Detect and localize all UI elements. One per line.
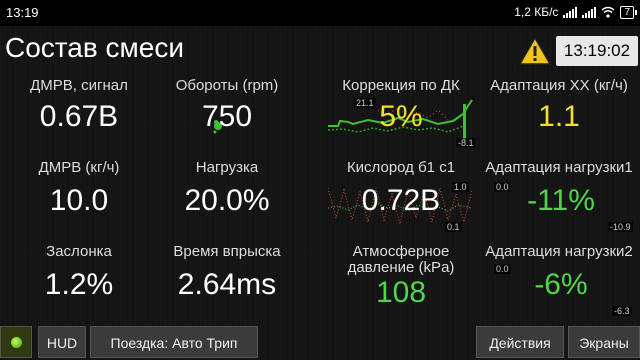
bottom-toolbar: HUD Поездка: Авто Трип Действия Экраны: [0, 326, 640, 360]
clock: 13:19:02: [556, 36, 638, 66]
screens-button[interactable]: Экраны: [568, 326, 640, 358]
status-bar: 13:19 1,2 КБ/с 7: [0, 0, 640, 26]
atmospheric-pressure-label: Атмосферное давление (kPa): [347, 243, 455, 276]
page-title: Состав смеси: [5, 32, 184, 63]
idle-adaptation-value[interactable]: 1.1: [478, 100, 640, 134]
load-adaptation2-min: -6.3: [612, 306, 632, 316]
oxygen-sensor-min: 0.1: [445, 222, 462, 232]
maf-rate-label: ДМРВ (кг/ч): [38, 159, 120, 176]
load-adaptation2-label: Адаптация нагрузки2: [485, 243, 633, 260]
atmospheric-pressure-value[interactable]: 108: [326, 276, 476, 310]
load-adaptation2-value[interactable]: -6%: [486, 268, 636, 302]
maf-signal-value[interactable]: 0.67В: [4, 100, 154, 134]
throttle-label: Заслонка: [46, 243, 112, 260]
signal-icon: [563, 6, 578, 18]
load-label: Нагрузка: [195, 159, 259, 176]
oxygen-sensor-value[interactable]: 0.72В: [326, 184, 476, 218]
status-right: 1,2 КБ/с 7: [514, 5, 637, 19]
rpm-label: Обороты (rpm): [175, 77, 279, 94]
maf-rate-value[interactable]: 10.0: [4, 184, 154, 218]
warning-icon[interactable]: [518, 36, 552, 66]
wifi-icon: [601, 6, 615, 18]
throttle-value[interactable]: 1.2%: [4, 268, 154, 302]
load-adaptation1-label: Адаптация нагрузки1: [485, 159, 633, 176]
o2-correction-min: -8.1: [456, 138, 476, 148]
idle-adaptation-label: Адаптация ХХ (кг/ч): [490, 77, 628, 94]
o2-correction-value[interactable]: 5%: [326, 100, 476, 134]
hud-button[interactable]: HUD: [38, 326, 86, 358]
battery-icon: 7: [620, 5, 637, 19]
maf-signal-label: ДМРВ, сигнал: [30, 77, 128, 94]
status-led-icon[interactable]: [0, 326, 32, 358]
trip-button[interactable]: Поездка: Авто Трип: [90, 326, 258, 358]
signal-icon: [582, 6, 597, 18]
oxygen-sensor-label: Кислород б1 с1: [346, 159, 456, 176]
rpm-value[interactable]: 750: [152, 100, 302, 134]
o2-correction-label: Коррекция по ДК: [342, 77, 460, 94]
injection-time-label: Время впрыска: [173, 243, 281, 260]
status-time: 13:19: [6, 5, 39, 20]
actions-button[interactable]: Действия: [476, 326, 564, 358]
load-adaptation1-min: -10.9: [608, 222, 633, 232]
network-speed: 1,2 КБ/с: [514, 5, 559, 19]
load-adaptation1-value[interactable]: -11%: [486, 184, 636, 218]
injection-time-value[interactable]: 2.64ms: [152, 268, 302, 302]
load-value[interactable]: 20.0%: [152, 184, 302, 218]
